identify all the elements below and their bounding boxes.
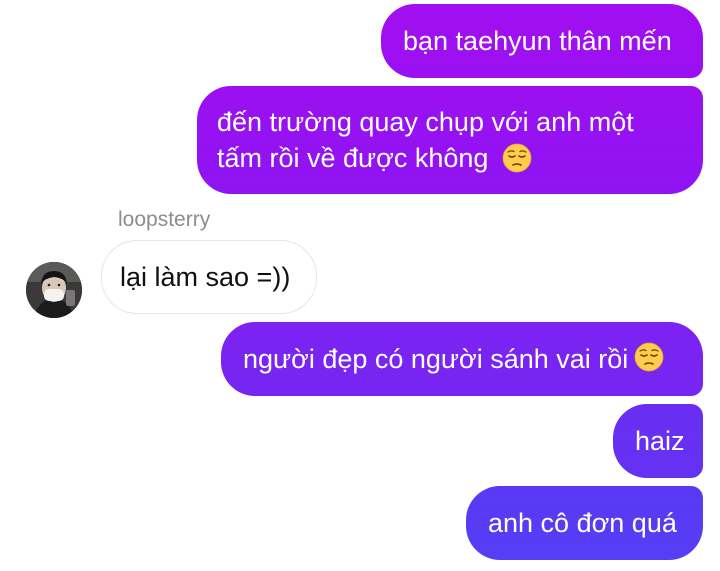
sender-name: loopsterry <box>118 208 211 231</box>
message-text-block: đến trường quay chụp với anh một tấm rồi… <box>217 104 634 176</box>
message-text: bạn taehyun thân mến <box>403 26 672 56</box>
message-line: đến trường quay chụp với anh một <box>217 107 634 137</box>
message-incoming[interactable]: lại làm sao =)) <box>101 240 317 314</box>
message-outgoing[interactable]: anh cô đơn quá <box>466 486 703 560</box>
message-outgoing[interactable]: haiz <box>613 404 703 478</box>
user-avatar-photo-icon <box>26 262 82 318</box>
message-text: anh cô đơn quá <box>488 508 677 538</box>
message-text: người đẹp có người sánh vai rồi <box>243 344 629 374</box>
message-line: tấm rồi về được không <box>217 143 489 173</box>
message-outgoing[interactable]: người đẹp có người sánh vai rồi <box>221 322 703 396</box>
message-text: haiz <box>635 426 685 456</box>
message-line-with-emoji: tấm rồi về được không <box>217 140 634 176</box>
pensive-face-icon <box>634 342 664 372</box>
pensive-face-icon <box>502 143 532 173</box>
avatar[interactable] <box>26 262 82 318</box>
message-outgoing[interactable]: đến trường quay chụp với anh một tấm rồi… <box>197 86 703 194</box>
message-text: lại làm sao =)) <box>120 262 291 292</box>
message-outgoing[interactable]: bạn taehyun thân mến <box>381 4 703 78</box>
